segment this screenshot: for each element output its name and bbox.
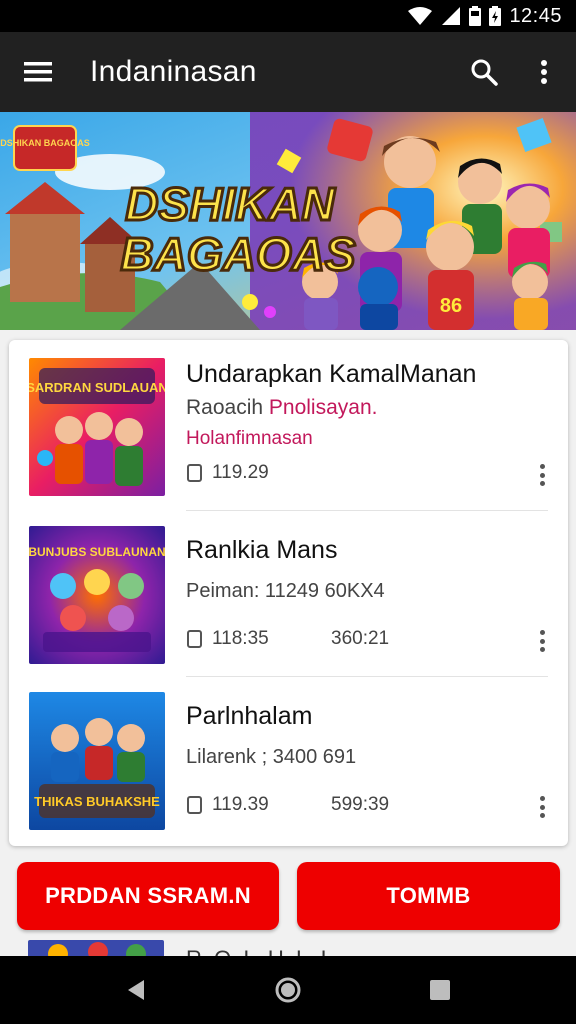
list-item[interactable]: BUNJUBS SUBLAUNAN Ranlkia Mans Peiman: 1… (9, 510, 568, 676)
item-meta: 118:35 (186, 628, 269, 650)
copy-icon (187, 630, 202, 648)
item-extra: Holanfimnasan (186, 428, 313, 449)
copy-icon (187, 464, 202, 482)
primary-button[interactable]: PRDDAN SSRAM.N (17, 862, 279, 930)
search-icon[interactable] (454, 32, 514, 112)
item-subtitle: Raoacih Pnolisayan. (186, 396, 377, 420)
battery-icon (469, 6, 482, 26)
thumbnail-title: BUNJUBS SUBLAUNAN (29, 545, 165, 559)
svg-text:86: 86 (440, 295, 462, 317)
item-subtitle-text: Raoacih (186, 396, 264, 419)
item-subtitle: Lilarenk ; 3400 691 (186, 746, 357, 768)
list-item[interactable]: SARDRAN SUDLAUAN Undarapkan KamalManan R… (9, 340, 568, 506)
item-subtitle: Peiman: 11249 60KX4 (186, 580, 385, 602)
game-thumbnail: THIKAS BUHAKSHE (29, 692, 165, 830)
hero-banner[interactable]: 86 DSHIKAN BAGAOAS DSHIKAN BAGAOAS (0, 112, 576, 330)
secondary-button[interactable]: TOMMB (297, 862, 560, 930)
app-bar: Indaninasan (0, 32, 576, 112)
item-meta-value: 118:35 (212, 628, 269, 649)
more-vert-icon[interactable] (514, 32, 574, 112)
game-thumbnail: SARDRAN SUDLAUAN (29, 358, 165, 496)
list-item[interactable]: THIKAS BUHAKSHE Parlnhalam Lilarenk ; 34… (9, 676, 568, 842)
item-subtitle-accent: Pnolisayan. (268, 396, 378, 419)
banner-title-line1: DSHIKAN (125, 178, 335, 230)
item-more-icon[interactable] (530, 460, 554, 490)
game-thumbnail: BUNJUBS SUBLAUNAN (29, 526, 165, 664)
item-more-icon[interactable] (530, 792, 554, 822)
app-title: Indaninasan (90, 55, 257, 88)
copy-icon (187, 796, 202, 814)
screen: 12:45 Indaninasan 86 DSHIKAN BAGAOAS DSH… (0, 0, 576, 1024)
thumbnail-title: THIKAS BUHAKSHE (34, 794, 160, 809)
item-title: Undarapkan KamalManan (186, 360, 477, 388)
item-meta-value: 119.29 (212, 462, 269, 483)
item-title: Ranlkia Mans (186, 536, 338, 564)
item-meta-secondary: 360:21 (331, 628, 390, 649)
wifi-icon (407, 6, 433, 26)
signal-icon (441, 6, 461, 26)
game-list-card: SARDRAN SUDLAUAN Undarapkan KamalManan R… (9, 340, 568, 846)
home-icon[interactable] (258, 960, 318, 1020)
back-icon[interactable] (106, 960, 166, 1020)
item-title: Parlnhalam (186, 702, 313, 730)
battery-icon (489, 6, 502, 26)
item-meta: 119.39 (186, 794, 269, 816)
item-meta: 119.29 (186, 462, 269, 484)
status-time: 12:45 (509, 4, 562, 27)
menu-icon[interactable] (0, 32, 76, 112)
item-meta-value: 119.39 (212, 794, 269, 815)
banner-sign-text: DSHIKAN BAGAOAS (0, 138, 90, 148)
status-bar: 12:45 (0, 0, 576, 32)
recents-icon[interactable] (410, 960, 470, 1020)
system-nav-bar (0, 956, 576, 1024)
thumbnail-title: SARDRAN SUDLAUAN (29, 380, 165, 395)
banner-title-line2: BAGAOAS (120, 228, 355, 280)
item-more-icon[interactable] (530, 626, 554, 656)
item-meta-secondary: 599:39 (331, 794, 390, 815)
